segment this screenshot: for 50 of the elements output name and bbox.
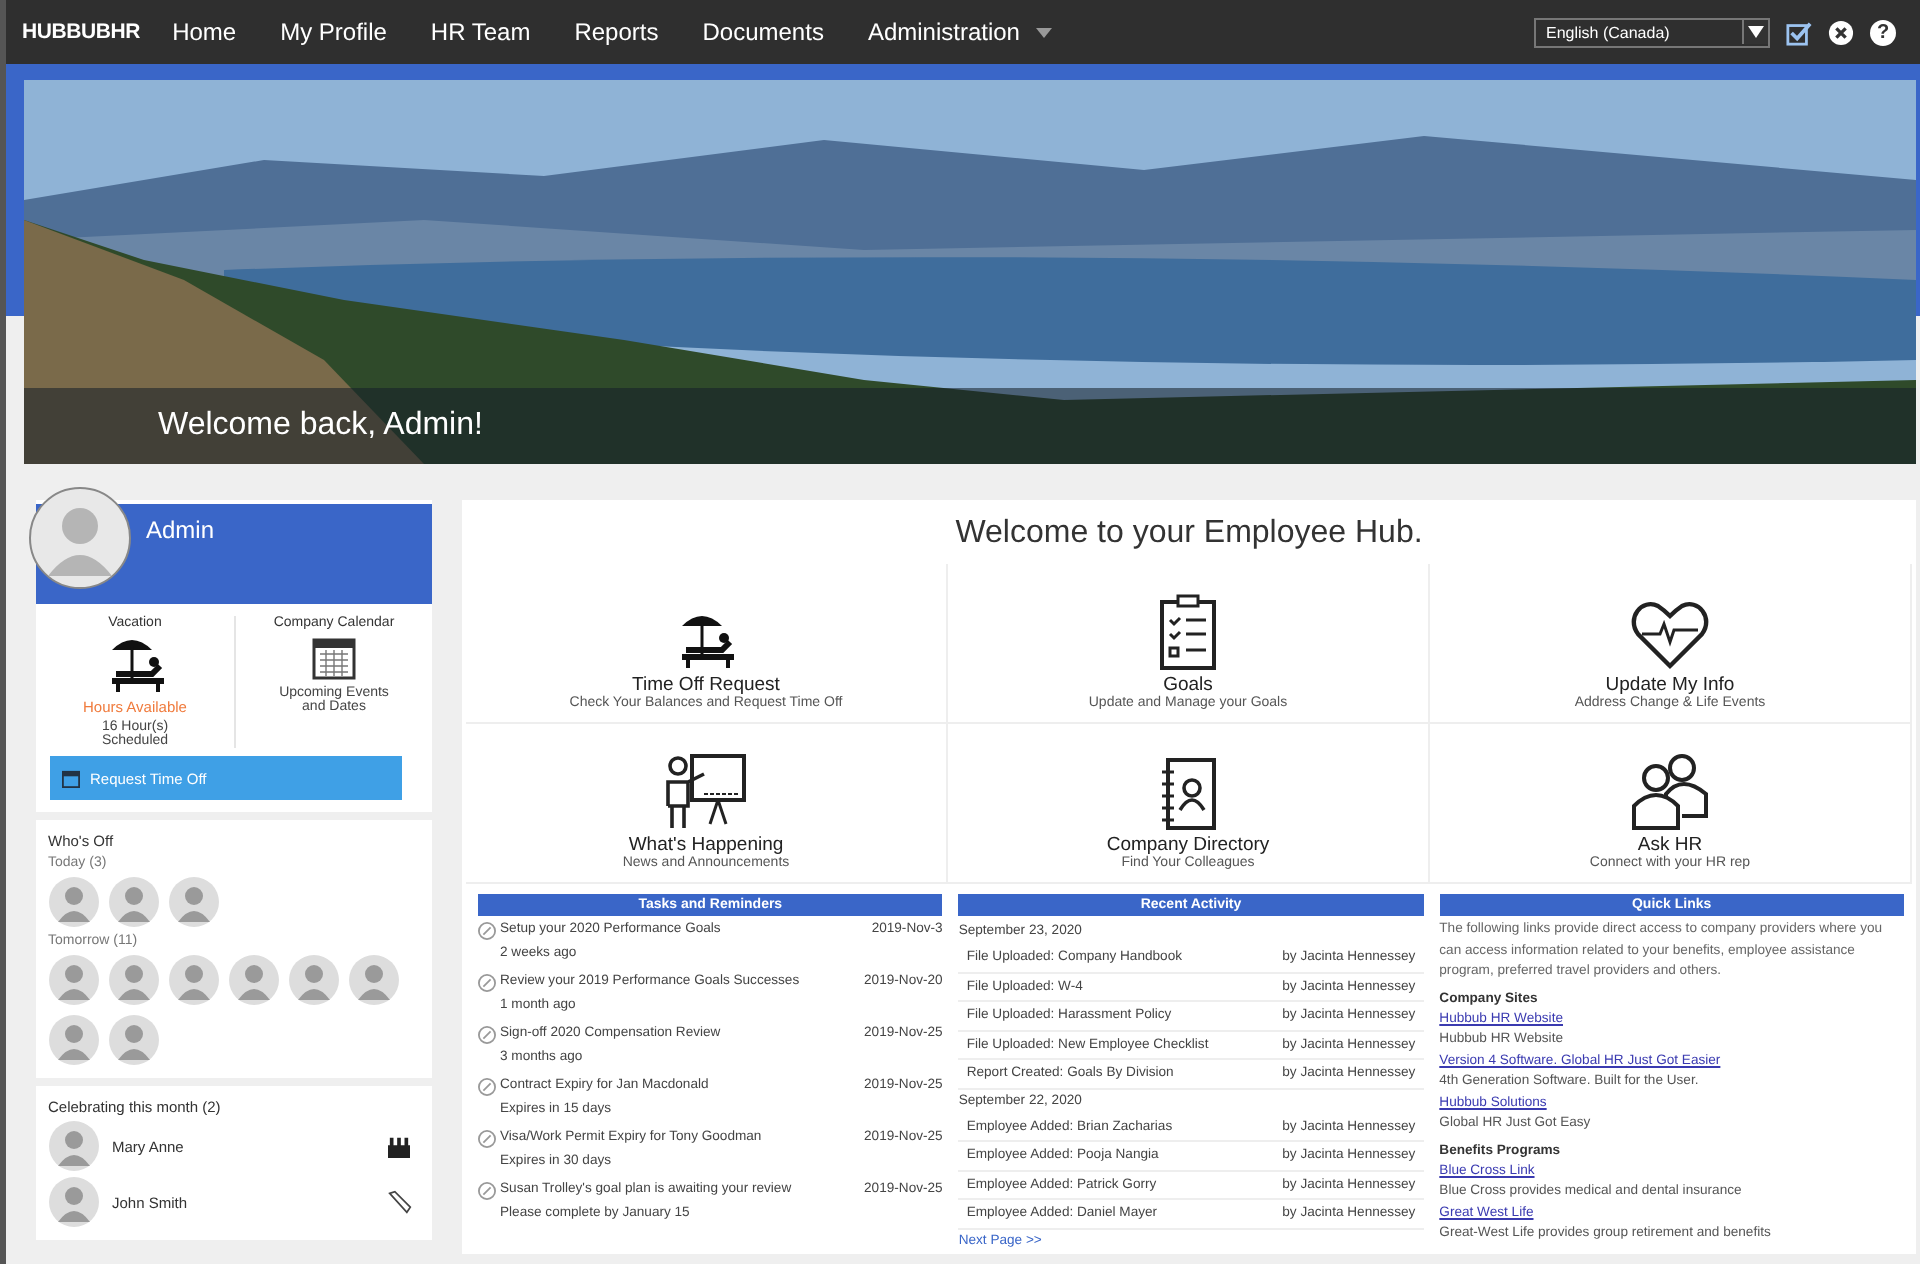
calendar-icon: [62, 769, 80, 787]
avatar[interactable]: [108, 954, 160, 1006]
avatar[interactable]: [48, 954, 100, 1006]
avatar[interactable]: [228, 954, 280, 1006]
pencil-circle-icon: [478, 922, 496, 940]
nav-link[interactable]: Reports: [574, 18, 659, 46]
avatar[interactable]: [348, 954, 400, 1006]
tile-title: Update My Info: [1605, 674, 1735, 696]
nav-link[interactable]: HR Team: [430, 18, 531, 46]
tile-title: What's Happening: [628, 834, 784, 856]
avatar[interactable]: [168, 876, 220, 928]
close-icon[interactable]: [1828, 19, 1854, 45]
heart-pulse-icon: [1630, 598, 1710, 670]
tile-title: Goals: [1163, 674, 1213, 696]
pencil-circle-icon: [478, 1026, 496, 1044]
welcome-heading: Welcome back, Admin!: [158, 408, 483, 444]
avatar[interactable]: [288, 954, 340, 1006]
logo[interactable]: HUBBUBHR: [22, 20, 141, 44]
avatar[interactable]: [48, 1014, 100, 1066]
bottles-icon: [386, 1135, 412, 1157]
people-icon: [1630, 750, 1710, 830]
nav-link[interactable]: Administration: [867, 18, 1052, 46]
tile-title: Ask HR: [1637, 834, 1703, 856]
dropdown-arrow-icon: [1742, 20, 1768, 44]
nav-link[interactable]: My Profile: [280, 18, 387, 46]
avatar[interactable]: [168, 954, 220, 1006]
avatar: [48, 1120, 100, 1172]
pencil-circle-icon: [478, 1130, 496, 1148]
profile-name: Admin: [146, 516, 215, 544]
checkbox-icon[interactable]: [1786, 19, 1812, 45]
nav-link[interactable]: Home: [172, 18, 237, 46]
pencil-circle-icon: [478, 1078, 496, 1096]
pencil-circle-icon: [478, 974, 496, 992]
avatar[interactable]: [108, 876, 160, 928]
tile-title: Company Directory: [1106, 834, 1270, 856]
address-book-icon: [1160, 758, 1216, 830]
nav-link[interactable]: Documents: [702, 18, 824, 46]
bottle-icon: [388, 1190, 412, 1214]
avatar[interactable]: [108, 1014, 160, 1066]
tile-title: Time Off Request: [632, 674, 780, 696]
pencil-circle-icon: [478, 1182, 496, 1200]
language-select[interactable]: English (Canada): [1534, 17, 1770, 47]
avatar: [28, 486, 132, 590]
avatar[interactable]: [48, 876, 100, 928]
clipboard-checklist-icon: [1158, 594, 1218, 670]
help-icon[interactable]: ?: [1870, 19, 1896, 45]
calendar-icon: [310, 634, 358, 682]
avatar: [48, 1176, 100, 1228]
page-title: Welcome to your Employee Hub.: [953, 516, 1425, 552]
presenter-board-icon: [664, 750, 748, 830]
